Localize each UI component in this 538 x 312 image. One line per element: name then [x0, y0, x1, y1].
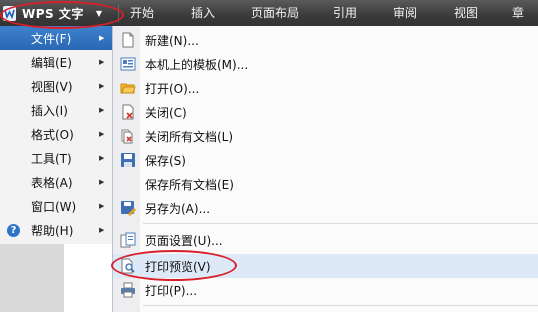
page-setup-icon [120, 232, 136, 248]
file-menu-close-all[interactable]: 关闭所有文档(L) [113, 124, 538, 148]
submenu-arrow-icon: ▶ [99, 106, 105, 114]
file-menu-save[interactable]: 保存(S) [113, 148, 538, 172]
menu-item-label: 本机上的模板(M)... [145, 58, 249, 72]
help-icon: ? [7, 223, 20, 237]
tab-section[interactable]: 章节 [505, 0, 538, 46]
main-menu: 文件(F) ▶ 编辑(E) ▶ 视图(V) ▶ 插入(I) ▶ 格式(O) ▶ … [0, 26, 113, 244]
menu-item-label: 文件(F) [31, 31, 72, 46]
tab-home[interactable]: 开始 [123, 0, 161, 26]
tab-separator [118, 4, 119, 22]
menu-item-label: 表格(A) [31, 175, 73, 190]
submenu-arrow-icon: ▶ [99, 130, 105, 138]
caret-down-icon: ▼ [95, 8, 103, 18]
menu-item-label: 帮助(H) [31, 223, 74, 238]
tab-references[interactable]: 引用 [326, 0, 364, 26]
submenu-arrow-icon: ▶ [99, 202, 105, 210]
close-document-icon [120, 104, 136, 120]
file-menu-save-all[interactable]: 保存所有文档(E) [113, 172, 538, 196]
print-preview-icon [120, 258, 136, 274]
menu-item-label: 页面设置(U)... [145, 234, 223, 248]
file-menu-print[interactable]: 打印(P)... [113, 278, 538, 302]
menu-item-label: 新建(N)... [145, 34, 199, 48]
menu-item-file[interactable]: 文件(F) ▶ [0, 26, 112, 50]
file-menu-save-as[interactable]: 另存为(A)... [113, 196, 538, 220]
menu-item-label: 格式(O) [31, 127, 74, 142]
wps-writer-menu-button[interactable]: WPS 文字 ▼ [2, 3, 117, 23]
ribbon-tab-bar: WPS 文字 ▼ 开始 插入 页面布局 引用 审阅 视图 章节 [0, 0, 538, 46]
menu-item-label: 编辑(E) [31, 55, 72, 70]
save-icon [120, 152, 136, 168]
file-menu-open[interactable]: 打开(O)... [113, 76, 538, 100]
menu-item-label: 打印(P)... [145, 284, 198, 298]
template-icon [120, 56, 136, 72]
menu-item-tools[interactable]: 工具(T) ▶ [0, 146, 112, 170]
menu-item-label: 关闭所有文档(L) [145, 130, 234, 144]
submenu-arrow-icon: ▶ [99, 178, 105, 186]
menu-item-format[interactable]: 格式(O) ▶ [0, 122, 112, 146]
menu-item-label: 插入(I) [31, 103, 68, 118]
submenu-arrow-icon: ▶ [99, 34, 105, 42]
menu-separator [143, 223, 538, 224]
submenu-arrow-icon: ▶ [99, 226, 105, 234]
menu-item-label: 打开(O)... [145, 82, 200, 96]
close-all-icon [120, 128, 136, 144]
tab-review[interactable]: 审阅 [386, 0, 424, 26]
file-menu-local-templates[interactable]: 本机上的模板(M)... [113, 52, 538, 76]
save-as-icon [120, 200, 136, 216]
menu-item-label: 打印预览(V) [145, 260, 211, 274]
menu-item-table[interactable]: 表格(A) ▶ [0, 170, 112, 194]
menu-item-insert[interactable]: 插入(I) ▶ [0, 98, 112, 122]
file-menu-close[interactable]: 关闭(C) [113, 100, 538, 124]
menu-item-view[interactable]: 视图(V) ▶ [0, 74, 112, 98]
menu-item-label: 关闭(C) [145, 106, 187, 120]
menu-item-label: 视图(V) [31, 79, 73, 94]
menu-item-window[interactable]: 窗口(W) ▶ [0, 194, 112, 218]
tab-insert[interactable]: 插入 [184, 0, 222, 26]
menu-item-label: 工具(T) [31, 151, 72, 166]
menu-item-help[interactable]: ? 帮助(H) ▶ [0, 218, 112, 242]
document-page[interactable] [64, 244, 112, 312]
menu-item-edit[interactable]: 编辑(E) ▶ [0, 50, 112, 74]
new-document-icon [120, 32, 136, 48]
submenu-arrow-icon: ▶ [99, 58, 105, 66]
file-menu-page-setup[interactable]: 页面设置(U)... [113, 228, 538, 252]
open-folder-icon [120, 80, 136, 96]
menu-item-label: 另存为(A)... [145, 202, 211, 216]
submenu-arrow-icon: ▶ [99, 154, 105, 162]
tab-page-layout[interactable]: 页面布局 [244, 0, 306, 26]
tab-view[interactable]: 视图 [447, 0, 485, 26]
menu-separator [143, 305, 538, 306]
app-name: WPS 文字 [22, 6, 84, 21]
wps-logo-icon [3, 5, 16, 21]
menu-item-label: 保存(S) [145, 154, 186, 168]
file-menu-print-preview[interactable]: 打印预览(V) [113, 254, 538, 278]
file-menu-new[interactable]: 新建(N)... [113, 28, 538, 52]
file-submenu: 新建(N)... 本机上的模板(M)... 打开(O)... 关闭(C) 关闭所… [112, 26, 538, 312]
submenu-arrow-icon: ▶ [99, 82, 105, 90]
menu-item-label: 窗口(W) [31, 199, 77, 214]
menu-item-label: 保存所有文档(E) [145, 178, 234, 192]
printer-icon [120, 282, 136, 298]
